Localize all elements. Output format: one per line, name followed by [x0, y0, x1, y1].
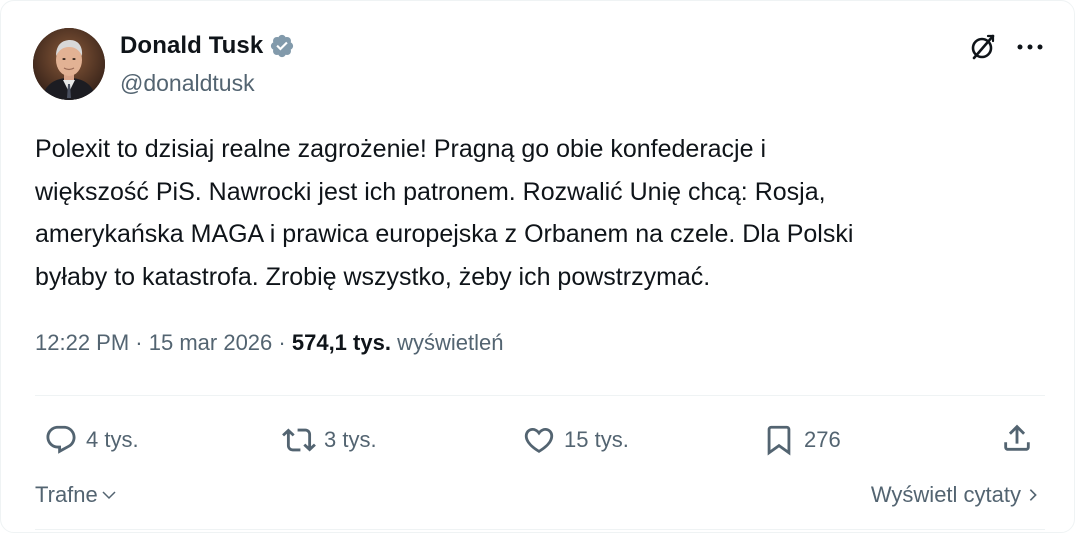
author-handle[interactable]: @donaldtusk	[120, 70, 255, 97]
author-name[interactable]: Donald Tusk	[120, 32, 263, 60]
repost-button[interactable]: 3 tys.	[282, 420, 377, 460]
repost-count: 3 tys.	[324, 427, 377, 452]
bookmark-button[interactable]: 276	[762, 420, 841, 460]
view-quotes-link[interactable]: Wyświetl cytaty	[871, 482, 1041, 508]
chevron-right-icon	[1029, 489, 1037, 501]
sort-label: Trafne	[35, 482, 98, 507]
heart-icon	[524, 427, 554, 453]
meta-separator: ·	[278, 330, 286, 355]
tweet-text-line: większość PiS. Nawrocki jest ich patrone…	[35, 177, 826, 206]
reply-button[interactable]: 4 tys.	[44, 420, 139, 460]
tweet-meta: 12:22 PM · 15 mar 2026 · 574,1 tys. wyśw…	[35, 330, 503, 356]
tweet-text-line: byłaby to katastrofa. Zrobię wszystko, ż…	[35, 262, 711, 291]
chevron-down-icon	[102, 491, 116, 500]
meta-separator: ·	[135, 330, 143, 355]
verified-badge-icon[interactable]	[269, 33, 295, 59]
bookmark-count: 276	[804, 427, 841, 452]
views-label: wyświetleń	[397, 330, 504, 355]
sort-dropdown[interactable]: Trafne	[35, 482, 118, 508]
tweet-text-line: amerykańska MAGA i prawica europejska z …	[35, 220, 854, 248]
repost-icon	[282, 428, 316, 452]
divider	[35, 529, 1045, 530]
author-name-row[interactable]: Donald Tusk	[120, 32, 295, 60]
view-quotes-label: Wyświetl cytaty	[870, 482, 1021, 507]
bookmark-icon	[767, 425, 791, 456]
divider	[35, 395, 1045, 396]
avatar-photo	[33, 28, 105, 100]
reply-count: 4 tys.	[86, 427, 139, 452]
tweet-date[interactable]: 15 mar 2026	[149, 330, 273, 355]
tweet-time[interactable]: 12:22 PM	[35, 330, 129, 355]
more-icon[interactable]	[1014, 34, 1046, 60]
like-button[interactable]: 15 tys.	[522, 420, 629, 460]
avatar[interactable]	[33, 28, 105, 100]
reply-icon	[46, 425, 76, 454]
views-count: 574,1 tys.	[291, 330, 391, 355]
like-count: 15 tys.	[564, 427, 629, 452]
share-icon[interactable]	[1000, 421, 1034, 455]
grok-icon[interactable]	[968, 32, 998, 62]
tweet-text-line: Polexit to dzisiaj realne zagrożenie! Pr…	[35, 135, 767, 163]
tweet-text: Polexit to dzisiaj realne zagrożenie! Pr…	[35, 128, 1045, 298]
